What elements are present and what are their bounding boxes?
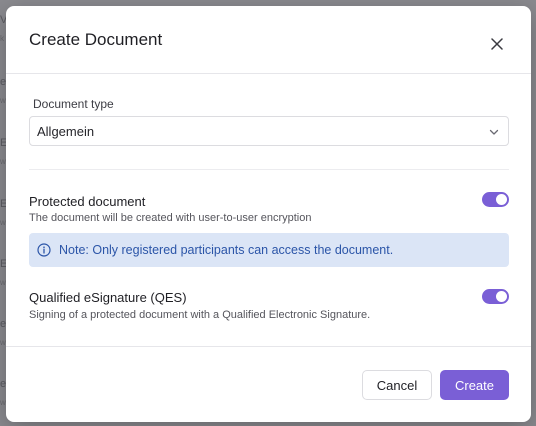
document-type-label: Document type — [33, 97, 114, 111]
chevron-down-icon — [489, 129, 499, 135]
toggle-knob — [496, 291, 507, 302]
toggle-knob — [496, 194, 507, 205]
document-type-select[interactable]: Allgemein — [29, 116, 509, 146]
document-type-value: Allgemein — [37, 124, 95, 139]
section-divider — [29, 169, 509, 170]
info-note: Note: Only registered participants can a… — [29, 233, 509, 267]
cancel-button[interactable]: Cancel — [362, 370, 432, 400]
qes-title: Qualified eSignature (QES) — [29, 290, 187, 305]
background-text: w — [0, 157, 6, 166]
dialog-footer: Cancel Create — [6, 346, 531, 422]
qes-toggle[interactable] — [482, 289, 509, 304]
info-icon — [37, 243, 51, 257]
dialog-header: Create Document — [6, 6, 531, 74]
background-text: w — [0, 218, 6, 227]
background-text: w — [0, 278, 6, 287]
protected-document-toggle[interactable] — [482, 192, 509, 207]
create-document-dialog: Create Document Document type Allgemein … — [6, 6, 531, 422]
close-button[interactable] — [485, 32, 509, 56]
info-note-text: Note: Only registered participants can a… — [59, 243, 394, 257]
background-text: w — [0, 398, 6, 407]
background-text: w — [0, 338, 6, 347]
background-text: k — [0, 34, 4, 43]
close-icon — [491, 38, 503, 50]
background-text: w — [0, 96, 6, 105]
create-button[interactable]: Create — [440, 370, 509, 400]
dialog-title: Create Document — [29, 30, 163, 49]
qes-description: Signing of a protected document with a Q… — [29, 309, 371, 321]
protected-document-description: The document will be created with user-t… — [29, 212, 312, 224]
protected-document-title: Protected document — [29, 194, 146, 209]
